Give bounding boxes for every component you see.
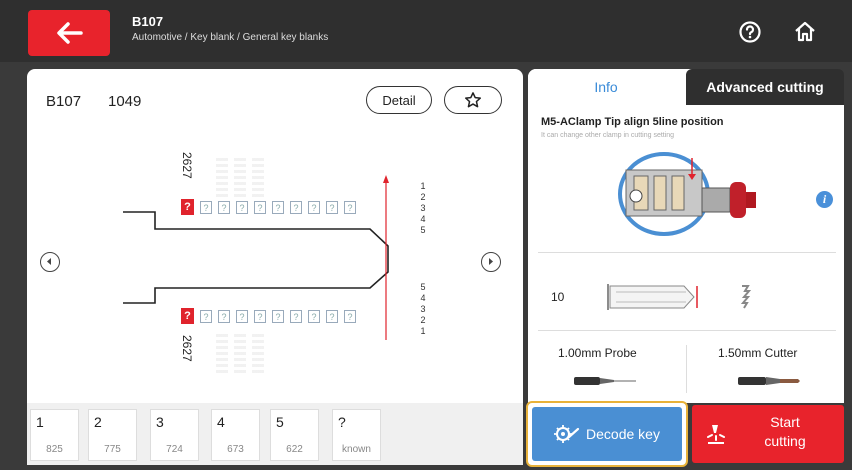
decode-key-label: Decode key [586, 426, 660, 442]
divider [538, 330, 836, 331]
depth-hint [234, 158, 246, 198]
cut-cell[interactable]: ? [218, 201, 230, 214]
cut-cell[interactable]: ? [290, 201, 302, 214]
cut-cell[interactable]: ? [326, 310, 338, 323]
info-icon[interactable]: i [816, 191, 833, 208]
decode-key-face: Decode key [532, 407, 682, 461]
depth-tile[interactable]: 5 622 [270, 409, 319, 461]
blade-gauge-icon [607, 284, 698, 310]
cut-cell[interactable]: ? [272, 201, 284, 214]
cutter-label: 1.50mm Cutter [718, 346, 798, 360]
depth-hint [216, 334, 228, 374]
cut-cell[interactable]: ? [308, 201, 320, 214]
probe-number: 10 [551, 290, 565, 304]
depth-value: 622 [286, 444, 303, 455]
clamp-title: M5-AClamp Tip align 5line position [541, 116, 724, 128]
lower-row-num: 1 [420, 326, 426, 336]
depth-value: known [342, 444, 371, 455]
depth-value: 724 [166, 444, 183, 455]
depth-hint [252, 334, 264, 374]
lower-row-num: 2 [420, 315, 426, 325]
decode-gear-icon [554, 425, 580, 443]
depth-value: 673 [227, 444, 244, 455]
depth-hint [216, 158, 228, 198]
depth-position: 3 [156, 414, 164, 430]
depth-value: 775 [104, 444, 121, 455]
cut-cell[interactable]: ? [290, 310, 302, 323]
selected-cut-upper[interactable]: ? [181, 199, 194, 215]
lower-row-num: 3 [420, 304, 426, 314]
clamp-note: It can change other clamp in cutting set… [541, 132, 675, 139]
cutter-spark-icon [707, 425, 725, 444]
selected-cut-lower[interactable]: ? [181, 308, 194, 324]
cutter-icon [738, 377, 800, 385]
lower-row-num: 4 [420, 293, 426, 303]
upper-row-num: 1 [420, 181, 426, 191]
depth-position: ? [338, 414, 346, 430]
cut-cell[interactable]: ? [344, 310, 356, 323]
cut-cell[interactable]: ? [200, 310, 212, 323]
cut-cell[interactable]: ? [308, 310, 320, 323]
probe-icon [574, 377, 636, 385]
depth-position: 4 [217, 414, 225, 430]
tab-info[interactable]: Info [528, 69, 684, 105]
depth-tile[interactable]: 1 825 [30, 409, 79, 461]
depth-tile[interactable]: 4 673 [211, 409, 260, 461]
tab-advanced-cutting[interactable]: Advanced cutting [686, 69, 844, 105]
upper-row-num: 4 [420, 214, 426, 224]
start-line2: cutting [764, 433, 806, 449]
clamp-illustration [618, 152, 756, 236]
depth-tile[interactable]: 2 775 [88, 409, 137, 461]
cut-cell[interactable]: ? [254, 310, 266, 323]
upper-row-num: 2 [420, 192, 426, 202]
start-line1: Start [770, 414, 800, 430]
depth-hint [252, 158, 264, 198]
side-label-upper: 2627 [180, 152, 194, 179]
cut-cell[interactable]: ? [200, 201, 212, 214]
divider [538, 252, 836, 253]
start-cutting-label: Start cutting [750, 413, 820, 451]
key-profile-icon [740, 285, 752, 309]
side-label-lower: 2627 [180, 335, 194, 362]
cut-cell[interactable]: ? [254, 201, 266, 214]
upper-row-num: 3 [420, 203, 426, 213]
cut-cell[interactable]: ? [344, 201, 356, 214]
cut-cell[interactable]: ? [236, 201, 248, 214]
depth-value: 825 [46, 444, 63, 455]
cut-cell[interactable]: ? [218, 310, 230, 323]
probe-label: 1.00mm Probe [558, 346, 637, 360]
depth-position: 5 [276, 414, 284, 430]
depth-position: 1 [36, 414, 44, 430]
cut-cell[interactable]: ? [236, 310, 248, 323]
depth-position: 2 [94, 414, 102, 430]
start-cutting-button[interactable]: Start cutting [692, 405, 844, 463]
cut-cell[interactable]: ? [326, 201, 338, 214]
upper-row-num: 5 [420, 225, 426, 235]
divider [686, 345, 687, 393]
depth-tile[interactable]: ? known [332, 409, 381, 461]
lower-row-num: 5 [420, 282, 426, 292]
decode-key-button[interactable]: Decode key [526, 401, 688, 467]
depth-tile[interactable]: 3 724 [150, 409, 199, 461]
depth-hint [234, 334, 246, 374]
cut-cell[interactable]: ? [272, 310, 284, 323]
